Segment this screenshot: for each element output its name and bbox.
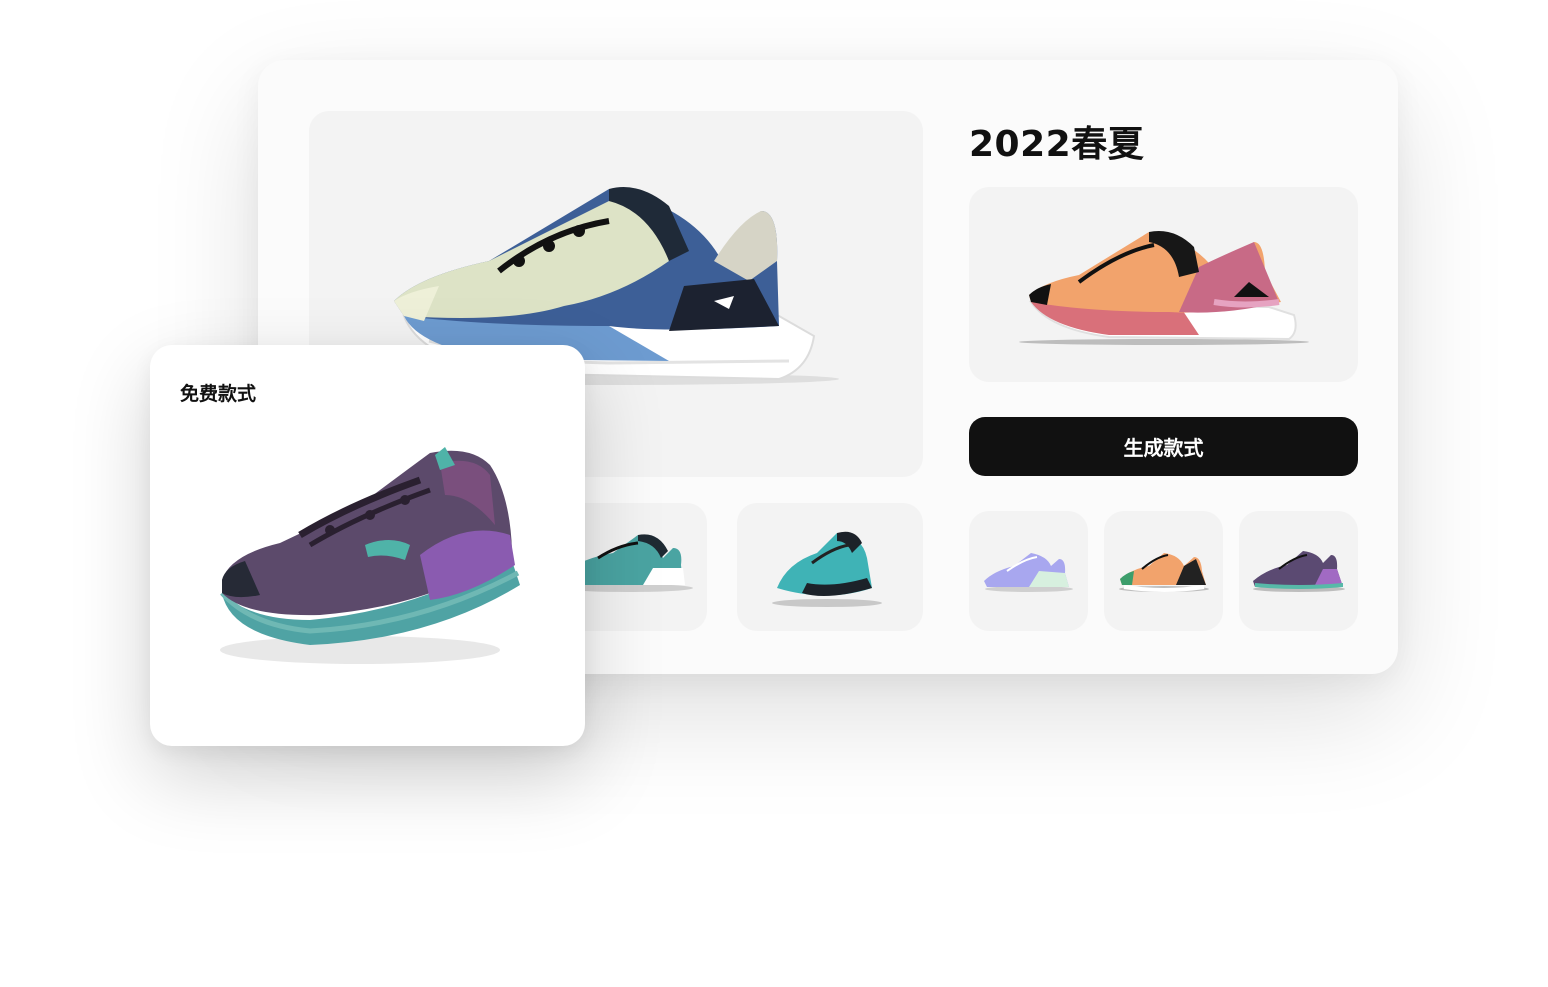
free-style-card[interactable]: 免费款式 — [150, 345, 585, 746]
shoe-orange-pink-icon — [1119, 553, 1209, 592]
style-thumbnail[interactable] — [1239, 511, 1358, 631]
style-thumbnail[interactable] — [969, 511, 1088, 631]
style-thumbnail[interactable] — [1104, 511, 1223, 631]
shoe-purple-icon — [1253, 551, 1345, 592]
shoe-purple-metallic-icon — [220, 447, 520, 664]
preview-product-image[interactable] — [969, 187, 1358, 382]
generate-style-button[interactable]: 生成款式 — [969, 417, 1358, 476]
shoe-teal-front-icon — [772, 531, 882, 607]
shoe-lavender-icon — [984, 553, 1073, 592]
product-tile[interactable] — [737, 503, 923, 631]
shoe-orange-pink-icon — [1019, 231, 1309, 345]
collection-title: 2022春夏 — [969, 124, 1145, 165]
free-style-label: 免费款式 — [180, 383, 257, 405]
